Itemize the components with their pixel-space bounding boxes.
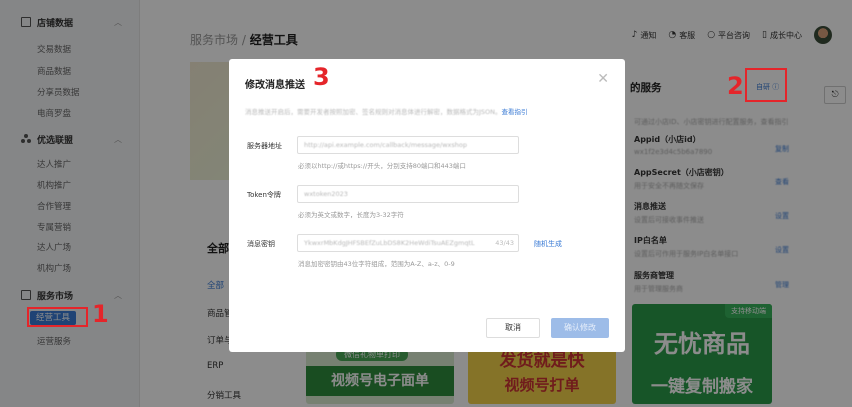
annotation-box-2 xyxy=(745,68,787,102)
aes-key-hint: 消息加密密钥由43位字符组成，范围为A-Z、a-z、0-9 xyxy=(298,260,455,268)
dialog-description: 消息推送开启后，需要开发者按照加密、签名规则对消息体进行解密，数据格式为JSON… xyxy=(245,108,528,116)
server-url-label: 服务器地址 xyxy=(247,142,282,150)
token-hint: 必须为英文或数字，长度为3-32字符 xyxy=(298,211,404,219)
aes-key-input[interactable]: YkwxrMbKdgJHFSBEfZuLbDS8K2HeWdiTsuAEZgmq… xyxy=(297,234,519,252)
aes-key-label: 消息密钥 xyxy=(247,240,275,248)
annotation-1: 1 xyxy=(92,300,109,328)
token-label: Token令牌 xyxy=(247,191,281,199)
dialog-title: 修改消息推送 xyxy=(245,80,305,91)
annotation-2: 2 xyxy=(727,72,744,100)
random-generate-link[interactable]: 随机生成 xyxy=(534,239,562,249)
server-url-input[interactable]: http://api.example.com/callback/message/… xyxy=(297,136,519,154)
server-url-hint: 必须以http://或https://开头，分别支持80端口和443端口 xyxy=(298,162,466,170)
confirm-button[interactable]: 确认修改 xyxy=(551,318,609,338)
token-input[interactable]: wxtoken2023 xyxy=(297,185,519,203)
annotation-box-1 xyxy=(27,307,88,327)
annotation-3: 3 xyxy=(313,63,330,91)
edit-push-dialog: 修改消息推送 ✕ 消息推送开启后，需要开发者按照加密、签名规则对消息体进行解密，… xyxy=(229,59,625,352)
close-icon[interactable]: ✕ xyxy=(597,71,609,87)
char-counter: 43/43 xyxy=(495,239,514,247)
cancel-button[interactable]: 取消 xyxy=(486,318,540,338)
guide-link[interactable]: 查看指引 xyxy=(502,108,528,116)
